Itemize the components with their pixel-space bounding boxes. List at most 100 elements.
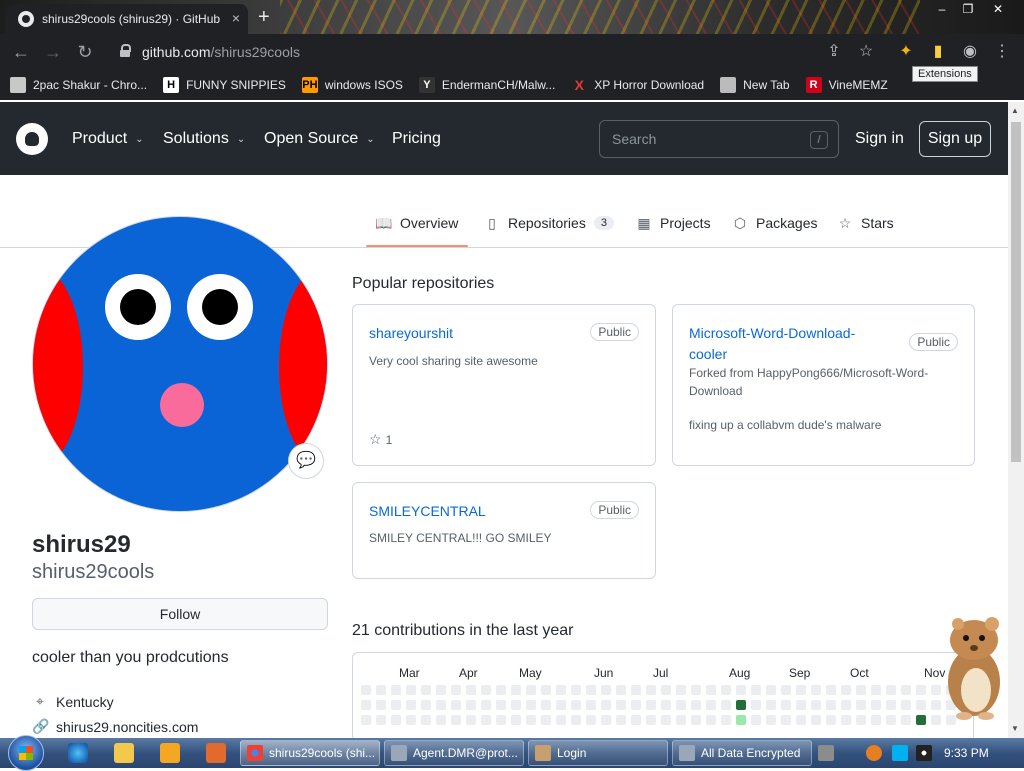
repo-link[interactable]: shareyourshit [369,323,453,344]
contribution-cell[interactable] [526,715,536,725]
contribution-cell[interactable] [406,700,416,710]
contribution-cell[interactable] [556,700,566,710]
contribution-cell[interactable] [811,715,821,725]
contribution-cell[interactable] [826,700,836,710]
contribution-cell[interactable] [391,685,401,695]
system-clock[interactable]: 9:33 PM [944,746,989,760]
tray-app-icon[interactable] [818,745,834,761]
follow-button[interactable]: Follow [32,598,328,630]
contribution-cell[interactable] [661,685,671,695]
sign-up-button[interactable]: Sign up [919,121,991,157]
contribution-cell[interactable] [871,715,881,725]
nav-open-source[interactable]: Open Source ⌄ [264,130,375,148]
nav-product[interactable]: Product ⌄ [72,130,144,148]
contribution-cell[interactable] [901,685,911,695]
hamster-mascot-icon[interactable] [936,612,1008,722]
tab-packages[interactable]: ⬡ Packages [732,215,818,232]
contribution-cell[interactable] [496,685,506,695]
contribution-cell[interactable] [871,700,881,710]
task-login[interactable]: Login [528,740,668,766]
contribution-cell[interactable] [886,685,896,695]
repo-link[interactable]: SMILEYCENTRAL [369,501,486,522]
contribution-cell[interactable] [496,700,506,710]
extensions-puzzle-icon[interactable]: ✦ [896,42,916,62]
menu-kebab-icon[interactable]: ⋮ [992,42,1012,62]
contribution-cell[interactable] [631,700,641,710]
contribution-cell[interactable] [376,715,386,725]
contribution-cell[interactable] [616,685,626,695]
address-bar[interactable]: github.com/shirus29cools [112,38,886,66]
contribution-cell[interactable] [631,715,641,725]
contribution-cell[interactable] [451,715,461,725]
contribution-cell[interactable] [391,700,401,710]
contribution-cell[interactable] [361,700,371,710]
browser-tab[interactable]: shirus29cools (shirus29) · GitHub × [6,4,248,34]
side-panel-icon[interactable]: ▮ [928,42,948,62]
nav-pricing[interactable]: Pricing [392,130,441,148]
contribution-cell[interactable] [676,685,686,695]
contribution-cell[interactable] [886,715,896,725]
contribution-cell[interactable] [691,700,701,710]
restore-icon[interactable]: ❐ [956,2,980,18]
contribution-cell[interactable] [541,715,551,725]
contribution-cell[interactable] [526,700,536,710]
contribution-cell[interactable] [391,715,401,725]
task-agent[interactable]: Agent.DMR@prot... [384,740,524,766]
contribution-cell[interactable] [811,685,821,695]
contribution-cell[interactable] [436,685,446,695]
contribution-cell[interactable] [796,700,806,710]
contribution-cell[interactable] [556,715,566,725]
close-window-icon[interactable]: ✕ [986,2,1010,18]
contribution-cell[interactable] [841,685,851,695]
bookmark-item[interactable]: 2pac Shakur - Chro... [10,77,147,93]
tab-repositories[interactable]: ▯ Repositories 3 [484,215,614,231]
contribution-cell[interactable] [361,715,371,725]
contribution-cell[interactable] [571,715,581,725]
bookmark-item[interactable]: R VineMEMZ [805,77,888,93]
contribution-cell[interactable] [451,700,461,710]
repo-forked-from[interactable]: Forked from HappyPong666/Microsoft-Word-… [689,364,949,400]
contribution-cell[interactable] [601,685,611,695]
contribution-cell[interactable] [856,715,866,725]
contribution-cell[interactable] [886,700,896,710]
contribution-cell[interactable] [361,685,371,695]
bookmark-item[interactable]: PH windows ISOS [301,77,403,93]
sign-in-link[interactable]: Sign in [855,130,904,148]
contribution-cell[interactable] [781,685,791,695]
contribution-cell[interactable] [766,715,776,725]
contribution-cell[interactable] [406,715,416,725]
contribution-cell[interactable] [721,700,731,710]
contribution-cell[interactable] [766,685,776,695]
github-logo-icon[interactable] [16,123,48,155]
contribution-cell[interactable] [496,715,506,725]
url-text[interactable]: github.com/shirus29cools [142,44,300,60]
repo-stars[interactable]: ☆ 1 [369,431,392,448]
tab-overview[interactable]: 📖 Overview [375,215,458,232]
contribution-cell[interactable] [796,685,806,695]
contribution-cell[interactable] [916,715,926,725]
contribution-cell[interactable] [856,700,866,710]
bookmark-item[interactable]: New Tab [720,77,790,93]
website-link[interactable]: shirus29.noncities.com [56,719,198,735]
media-player-icon[interactable] [160,743,180,763]
contribution-cell[interactable] [901,715,911,725]
contribution-cell[interactable] [571,700,581,710]
contribution-cell[interactable] [781,715,791,725]
contribution-cell[interactable] [691,685,701,695]
bookmark-item[interactable]: X XP Horror Download [571,77,704,93]
contribution-cell[interactable] [481,700,491,710]
contribution-cell[interactable] [811,700,821,710]
contribution-cell[interactable] [766,700,776,710]
contribution-cell[interactable] [511,700,521,710]
back-icon[interactable]: ← [10,41,32,63]
contribution-cell[interactable] [781,700,791,710]
scroll-down-icon[interactable]: ▼ [1011,724,1019,733]
contribution-cell[interactable] [586,685,596,695]
task-encrypted[interactable]: All Data Encrypted [672,740,812,766]
contribution-cell[interactable] [616,700,626,710]
contribution-cell[interactable] [421,700,431,710]
file-explorer-icon[interactable] [114,743,134,763]
contribution-cell[interactable] [631,685,641,695]
contribution-cell[interactable] [376,700,386,710]
contribution-cell[interactable] [661,700,671,710]
